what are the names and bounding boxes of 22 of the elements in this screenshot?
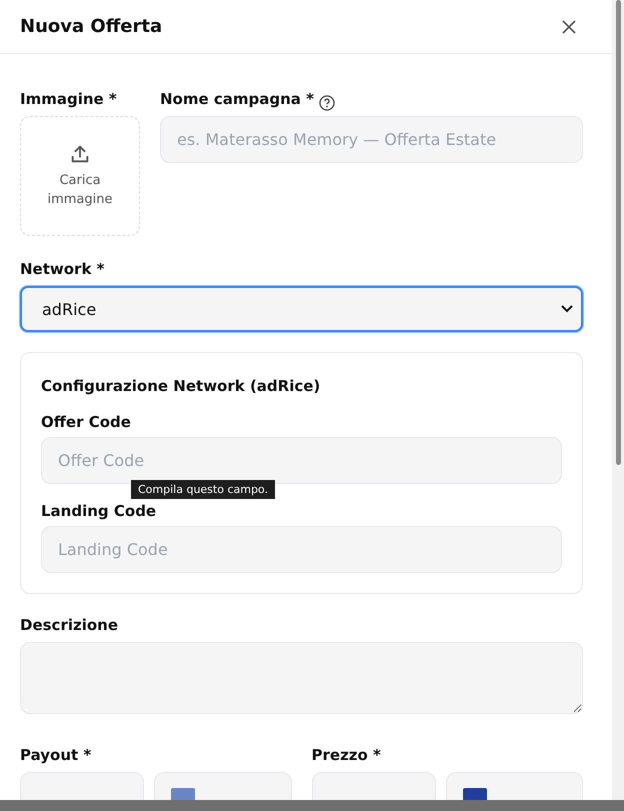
card-title: Configurazione Network (adRice)	[41, 377, 320, 395]
field-label: Network *	[20, 260, 104, 278]
field-label: Prezzo *	[312, 746, 381, 764]
field-label: Nome campagna *	[160, 90, 314, 108]
upload-button[interactable]: Carica immagine	[20, 116, 140, 236]
field-label: Offer Code	[41, 413, 131, 431]
network-select[interactable]: adRice	[20, 286, 583, 332]
close-icon[interactable]	[562, 20, 576, 34]
chevron-icon	[561, 305, 573, 313]
code-field[interactable]: Landing Code	[41, 526, 562, 573]
field-label: Landing Code	[41, 502, 156, 520]
upload-icon	[69, 142, 91, 164]
tooltip: Compila questo campo.	[131, 480, 275, 499]
dialog-title: Nuova Offerta	[20, 16, 162, 37]
code-field[interactable]: Offer Code	[41, 437, 562, 484]
scrollbar-thumb[interactable]	[616, 0, 621, 465]
description-field[interactable]	[20, 642, 583, 714]
field-label: Descrizione	[20, 616, 118, 634]
field-label: Immagine *	[20, 90, 117, 108]
help-icon[interactable]	[319, 95, 335, 111]
field-label: Payout *	[20, 746, 92, 764]
campaign-name-field[interactable]: es. Materasso Memory — Offerta Estate	[160, 116, 583, 163]
